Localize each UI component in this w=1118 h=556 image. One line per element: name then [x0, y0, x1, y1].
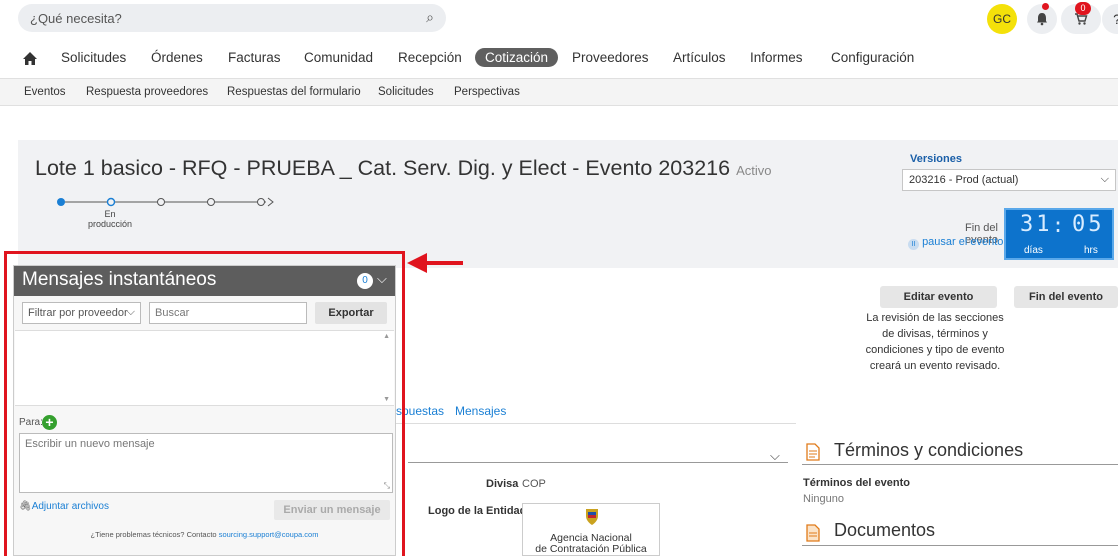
tech-support-note: ¿Tiene problemas técnicos? Contacto sour…: [14, 530, 395, 539]
support-email-link[interactable]: sourcing.support@coupa.com: [219, 530, 319, 539]
nav-item-cotizacion[interactable]: Cotización: [475, 48, 559, 67]
subnav-item-solicitudes[interactable]: Solicitudes: [378, 86, 434, 98]
chat-search-input[interactable]: Buscar: [149, 302, 307, 324]
supplier-filter-select[interactable]: Filtrar por proveedor ⌵: [22, 302, 141, 324]
main-nav: Solicitudes Órdenes Facturas Comunidad R…: [0, 46, 1118, 74]
document-icon: [806, 443, 820, 461]
nav-item-solicitudes[interactable]: Solicitudes: [61, 50, 126, 65]
nav-item-recepcion[interactable]: Recepción: [398, 50, 462, 65]
scroll-down-icon[interactable]: ▼: [383, 396, 390, 403]
entity-logo: Agencia Nacional de Contratación Pública: [522, 503, 660, 556]
chevron-down-icon[interactable]: ⌵: [377, 271, 387, 287]
step-end-arrow-icon: [267, 197, 274, 207]
terms-title: Términos y condiciones: [834, 440, 1024, 460]
supplier-filter-value: Filtrar por proveedor: [28, 307, 128, 319]
attach-files-link[interactable]: 🖇Adjuntar archivos: [19, 501, 109, 512]
search-icon[interactable]: ⌕: [426, 9, 434, 26]
recipient-label: Para:: [19, 417, 43, 428]
cart-count-badge: 0: [1075, 2, 1091, 15]
instant-messages-panel: Mensajes instantáneos 0 ⌵ Filtrar por pr…: [13, 265, 396, 556]
chevron-down-icon: ⌵: [1100, 173, 1109, 185]
countdown-days: 31: [1020, 212, 1053, 237]
event-terms-label: Términos del evento: [803, 477, 910, 489]
nav-item-ordenes[interactable]: Órdenes: [151, 50, 203, 65]
page-title: Lote 1 basico - RFQ - PRUEBA _ Cat. Serv…: [35, 156, 771, 181]
section-divider: [802, 545, 1118, 546]
stage-label-line: En: [104, 209, 116, 219]
step-complete-icon: [57, 198, 65, 206]
pause-event-link[interactable]: II pausar el evento: [908, 236, 1003, 250]
countdown-hours-label: hrs: [1084, 245, 1098, 256]
versions-label: Versiones: [910, 153, 962, 165]
step-icon: [157, 198, 165, 206]
currency-label: Divisa: [486, 478, 519, 490]
step-icon: [207, 198, 215, 206]
chat-title: Mensajes instantáneos: [22, 269, 217, 290]
currency-value: COP: [522, 478, 546, 490]
stage-label-line: producción: [88, 219, 133, 229]
countdown-days-label: días: [1024, 245, 1043, 256]
versions-select[interactable]: 203216 - Prod (actual) ⌵: [902, 169, 1116, 191]
avatar[interactable]: GC: [987, 4, 1017, 34]
nav-item-configuracion[interactable]: Configuración: [831, 50, 914, 65]
messages-list[interactable]: ▲ ▼: [15, 330, 394, 406]
scroll-up-icon[interactable]: ▲: [383, 333, 390, 340]
sub-nav: Eventos Respuesta proveedores Respuestas…: [0, 78, 1118, 106]
subnav-item-perspectivas[interactable]: Perspectivas: [454, 86, 520, 98]
nav-item-comunidad[interactable]: Comunidad: [304, 50, 373, 65]
new-message-textarea[interactable]: Escribir un nuevo mensaje ⤡: [19, 433, 393, 493]
new-message-placeholder: Escribir un nuevo mensaje: [25, 438, 155, 450]
help-button[interactable]: ?: [1102, 4, 1118, 34]
add-recipient-icon[interactable]: +: [42, 415, 57, 430]
countdown-timer: 31 : 05 días hrs: [1004, 208, 1114, 260]
attach-files-label: Adjuntar archivos: [31, 501, 109, 512]
status-badge: Activo: [736, 163, 772, 178]
home-icon[interactable]: [22, 51, 38, 71]
tech-support-text: ¿Tiene problemas técnicos? Contacto: [90, 530, 217, 539]
event-title: Lote 1 basico - RFQ - PRUEBA _ Cat. Serv…: [35, 156, 731, 180]
chevron-down-icon: ⌵: [126, 306, 135, 318]
coat-of-arms-icon: [586, 509, 598, 525]
step-icon: [257, 198, 265, 206]
arrow-icon: [407, 253, 463, 273]
paperclip-icon: 🖇: [19, 501, 32, 512]
countdown-separator: :: [1052, 213, 1065, 237]
tab-messages[interactable]: Mensajes: [455, 404, 506, 418]
end-event-button[interactable]: Fin del evento: [1014, 286, 1118, 308]
edit-event-button[interactable]: Editar evento: [880, 286, 997, 308]
nav-item-articulos[interactable]: Artículos: [673, 50, 726, 65]
resize-handle-icon[interactable]: ⤡: [384, 481, 390, 491]
tabs-divider: [396, 423, 796, 424]
subnav-item-eventos[interactable]: Eventos: [24, 86, 66, 98]
revision-note: La revisión de las secciones de divisas,…: [865, 312, 1005, 372]
search-bar[interactable]: ¿Qué necesita? ⌕: [18, 4, 446, 32]
logo-text: de Contratación Pública: [535, 543, 647, 555]
pause-icon: II: [908, 239, 919, 250]
search-input[interactable]: ¿Qué necesita?: [30, 11, 122, 26]
stage-label: En producción: [88, 209, 132, 229]
nav-item-proveedores[interactable]: Proveedores: [572, 50, 649, 65]
subnav-item-respuestas-formulario[interactable]: Respuestas del formulario: [227, 86, 361, 98]
subnav-item-respuesta-proveedores[interactable]: Respuesta proveedores: [86, 86, 208, 98]
chat-count-badge: 0: [357, 273, 373, 289]
notification-dot: [1042, 3, 1049, 10]
chat-header[interactable]: Mensajes instantáneos 0 ⌵: [14, 266, 395, 296]
entity-logo-label: Logo de la Entidad: [428, 505, 527, 517]
documents-title: Documentos: [834, 520, 936, 540]
nav-item-facturas[interactable]: Facturas: [228, 50, 281, 65]
nav-item-informes[interactable]: Informes: [750, 50, 803, 65]
event-terms-value: Ninguno: [803, 493, 844, 505]
versions-selected: 203216 - Prod (actual): [909, 174, 1019, 186]
send-message-button[interactable]: Enviar un mensaje: [274, 500, 390, 520]
section-divider: [408, 462, 788, 463]
countdown-hours: 05: [1072, 212, 1105, 237]
bell-icon: [1037, 13, 1047, 26]
step-current-icon: [106, 197, 116, 207]
section-divider: [802, 464, 1118, 465]
pause-event-label: pausar el evento: [922, 236, 1004, 248]
document-icon: [806, 524, 820, 542]
export-button[interactable]: Exportar: [315, 302, 387, 324]
